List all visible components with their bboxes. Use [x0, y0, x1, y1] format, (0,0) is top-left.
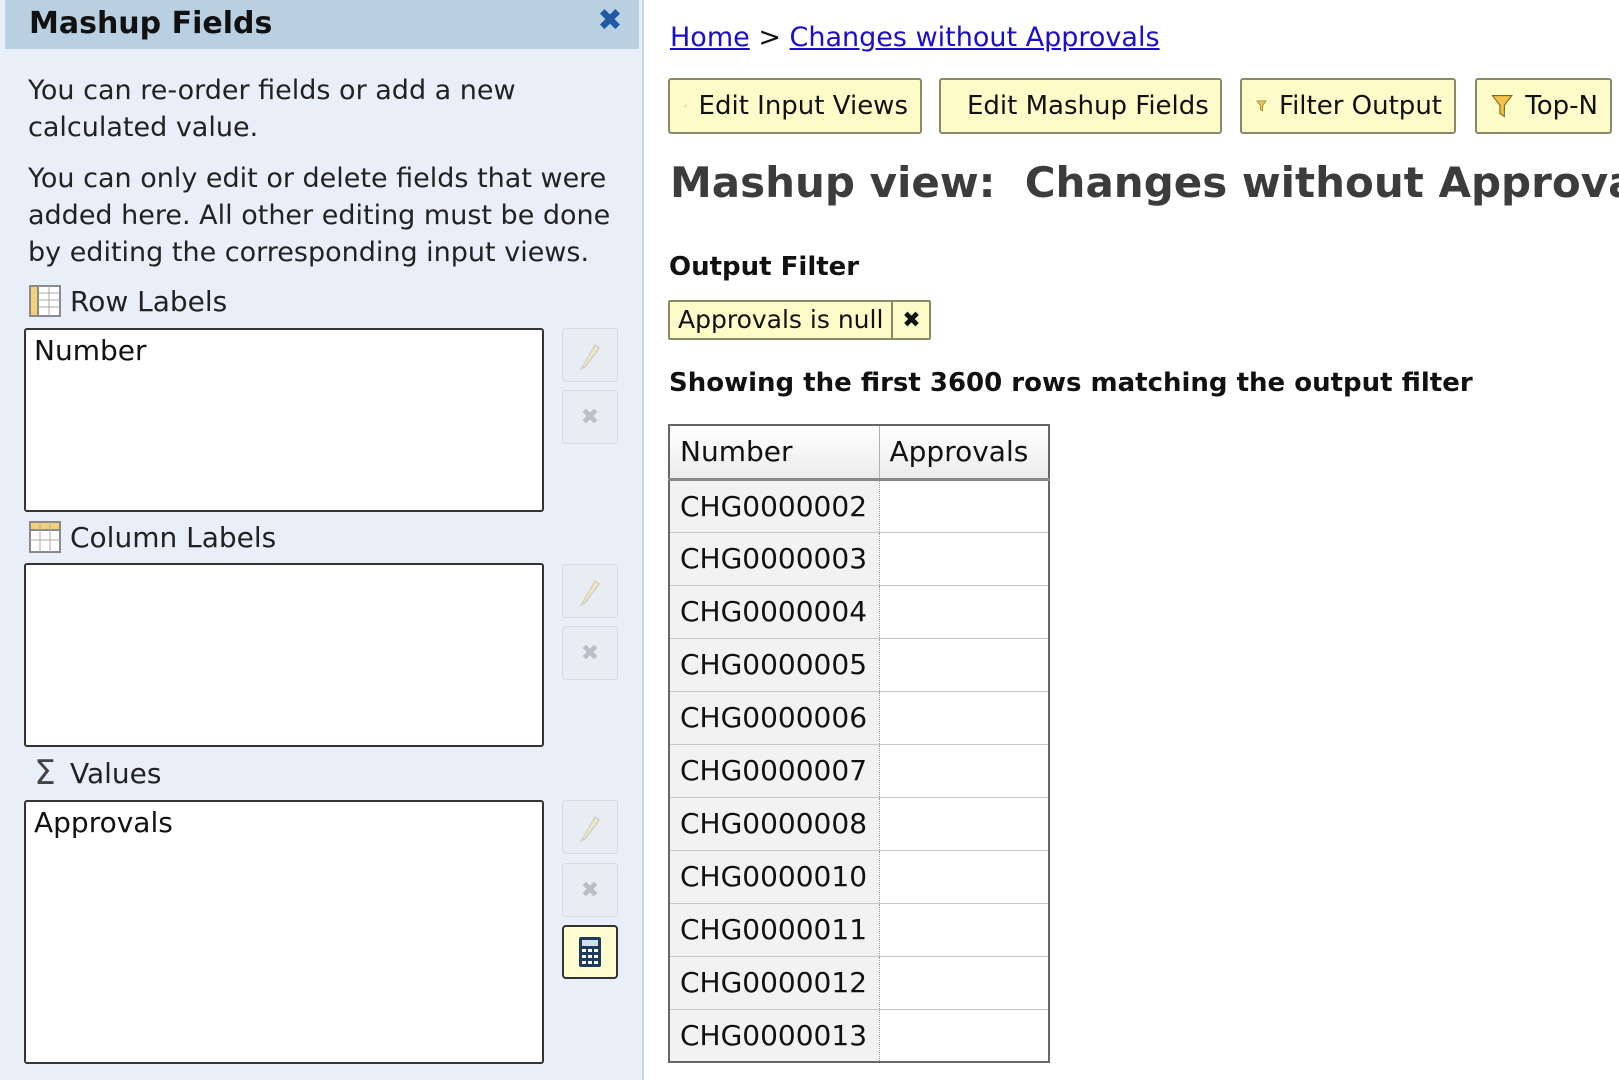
- filter-output-button[interactable]: Filter Output: [1240, 78, 1456, 134]
- table-row: CHG0000013: [669, 1009, 1050, 1063]
- list-item[interactable]: Approvals: [26, 802, 542, 843]
- edit-value-button[interactable]: [562, 800, 618, 854]
- cell-number: CHG0000011: [669, 903, 880, 957]
- results-table: Number Approvals CHG0000002 CHG0000003 C…: [668, 424, 1050, 1063]
- breadcrumb-home-link[interactable]: Home: [670, 22, 750, 53]
- add-calculated-value-button[interactable]: [562, 925, 618, 979]
- cell-number: CHG0000007: [669, 744, 880, 798]
- breadcrumb: Home > Changes without Approvals: [670, 22, 1160, 53]
- delete-icon: ✖: [580, 877, 600, 903]
- page-title: Mashup view: Changes without Approvals: [670, 158, 1619, 207]
- breadcrumb-separator: >: [758, 22, 781, 53]
- panel-header: Mashup Fields ✖: [5, 0, 639, 49]
- column-labels-label: Column Labels: [70, 520, 277, 554]
- edit-column-label-button[interactable]: [562, 564, 618, 618]
- table-row: CHG0000005: [669, 638, 1050, 692]
- edit-input-views-label: Edit Input Views: [698, 91, 908, 121]
- pencil-icon: [684, 104, 687, 108]
- column-labels-icon: [29, 521, 61, 553]
- values-heading: Σ Values: [28, 755, 161, 791]
- table-row: CHG0000012: [669, 956, 1050, 1010]
- list-item[interactable]: Number: [26, 330, 542, 371]
- table-row: CHG0000010: [669, 850, 1050, 904]
- table-row: CHG0000006: [669, 691, 1050, 745]
- edit-mashup-fields-label: Edit Mashup Fields: [967, 91, 1209, 121]
- row-labels-list[interactable]: Number: [24, 328, 544, 512]
- cell-approvals: [879, 585, 1050, 639]
- pencil-icon: [579, 343, 601, 370]
- pencil-icon: [579, 579, 601, 606]
- cell-number: CHG0000003: [669, 532, 880, 586]
- cell-number: CHG0000002: [669, 479, 880, 533]
- sigma-icon: Σ: [34, 753, 56, 793]
- cell-number: CHG0000012: [669, 956, 880, 1010]
- cell-approvals: [879, 850, 1050, 904]
- funnel-icon: [1256, 100, 1267, 112]
- filter-chip-label[interactable]: Approvals is null: [670, 302, 891, 338]
- breadcrumb-current-link[interactable]: Changes without Approvals: [790, 22, 1160, 53]
- cell-approvals: [879, 532, 1050, 586]
- filter-chip: Approvals is null ✖: [668, 300, 932, 340]
- cell-approvals: [879, 956, 1050, 1010]
- cell-number: CHG0000004: [669, 585, 880, 639]
- delete-icon: ✖: [580, 404, 600, 430]
- close-icon[interactable]: ✖: [595, 6, 625, 36]
- calculator-icon: [579, 937, 601, 967]
- cell-number: CHG0000008: [669, 797, 880, 851]
- row-labels-heading: Row Labels: [28, 283, 227, 319]
- output-filter-heading: Output Filter: [669, 252, 860, 282]
- pencil-icon: [579, 815, 601, 842]
- table-header-row: Number Approvals: [669, 425, 1050, 481]
- cell-approvals: [879, 797, 1050, 851]
- column-labels-heading: Column Labels: [28, 519, 276, 555]
- cell-approvals: [879, 744, 1050, 798]
- values-list[interactable]: Approvals: [24, 800, 544, 1064]
- help-text-reorder: You can re-order fields or add a new cal…: [28, 75, 516, 143]
- top-n-label: Top-N: [1525, 91, 1598, 121]
- cell-approvals: [879, 691, 1050, 745]
- cell-number: CHG0000010: [669, 850, 880, 904]
- table-row: CHG0000008: [669, 797, 1050, 851]
- column-labels-list[interactable]: [24, 563, 544, 747]
- delete-row-label-button[interactable]: ✖: [562, 390, 618, 444]
- filter-output-label: Filter Output: [1279, 91, 1442, 121]
- cell-number: CHG0000013: [669, 1009, 880, 1063]
- edit-row-label-button[interactable]: [562, 328, 618, 382]
- column-header-number[interactable]: Number: [669, 425, 880, 481]
- cell-number: CHG0000005: [669, 638, 880, 692]
- funnel-icon: [1491, 95, 1513, 118]
- delete-value-button[interactable]: ✖: [562, 863, 618, 917]
- delete-icon: ✖: [580, 640, 600, 666]
- row-labels-label: Row Labels: [70, 284, 228, 318]
- cell-approvals: [879, 1009, 1050, 1063]
- cell-approvals: [879, 638, 1050, 692]
- edit-input-views-button[interactable]: Edit Input Views: [668, 78, 922, 134]
- help-text-edit: You can only edit or delete fields that …: [28, 163, 611, 268]
- cell-approvals: [879, 903, 1050, 957]
- row-count-message: Showing the first 3600 rows matching the…: [669, 368, 1473, 398]
- column-header-approvals[interactable]: Approvals: [879, 425, 1050, 481]
- table-row: CHG0000007: [669, 744, 1050, 798]
- table-row: CHG0000011: [669, 903, 1050, 957]
- remove-filter-icon[interactable]: ✖: [891, 302, 929, 338]
- cell-number: CHG0000006: [669, 691, 880, 745]
- mashup-fields-panel: Mashup Fields ✖ You can re-order fields …: [0, 0, 644, 1080]
- panel-title: Mashup Fields: [29, 6, 273, 41]
- values-label: Values: [70, 756, 162, 790]
- top-n-button[interactable]: Top-N: [1475, 78, 1612, 134]
- edit-mashup-fields-button[interactable]: Edit Mashup Fields: [939, 78, 1222, 134]
- delete-column-label-button[interactable]: ✖: [562, 626, 618, 680]
- table-row: CHG0000004: [669, 585, 1050, 639]
- table-row: CHG0000003: [669, 532, 1050, 586]
- table-row: CHG0000002: [669, 479, 1050, 533]
- row-labels-icon: [29, 285, 61, 317]
- cell-approvals: [879, 479, 1050, 533]
